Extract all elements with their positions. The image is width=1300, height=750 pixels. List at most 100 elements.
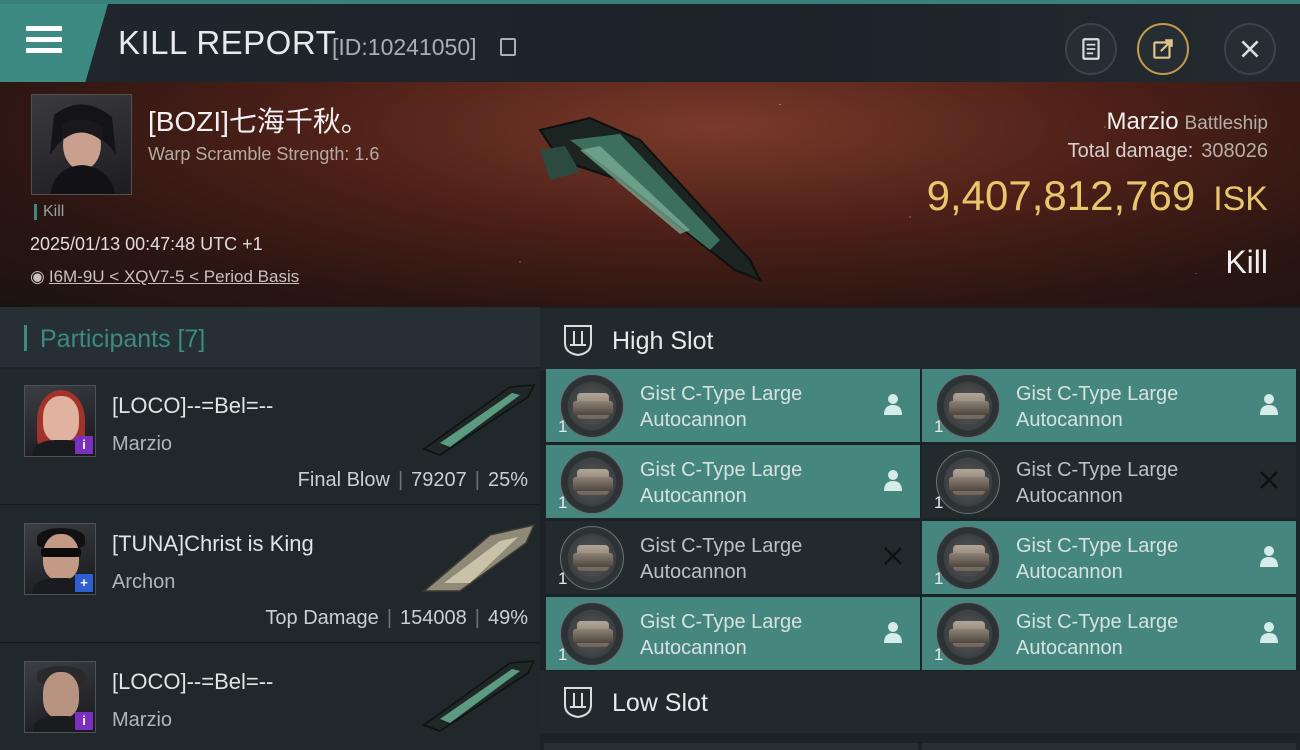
kill-datetime: 2025/01/13 00:47:48 UTC +1 [30,234,263,254]
warp-scramble-strength: Warp Scramble Strength: 1.6 [148,144,380,164]
high-slot-label: High Slot [612,327,714,355]
isk-unit: ISK [1213,180,1268,218]
module-quantity: 1 [558,493,568,512]
participant-ship-icon [421,523,536,592]
participant-row[interactable]: i [LOCO]--=Bel=-- Marzio [0,645,540,750]
location-pin-icon: ◉ [30,267,45,286]
participants-header: Participants [7] [0,307,540,367]
total-damage-label: Total damage: [1067,140,1194,162]
module-card[interactable]: 1 Gist C-Type Large Autocannon [546,445,920,518]
close-icon [1241,40,1259,58]
participant-name: [LOCO]--=Bel=-- [112,669,274,694]
participant-ship: Marzio [112,433,173,455]
pilot-icon[interactable] [1256,391,1282,417]
module-card[interactable]: 1 Gist C-Type Large Autocannon [546,369,920,442]
low-slot-icon [564,687,592,719]
info-badge-icon: i [75,712,93,730]
high-slot-header: High Slot [540,309,1300,371]
autocannon-icon [936,374,1000,438]
module-quantity: 1 [934,493,944,512]
victim-summary: [BOZI]七海千秋。 Warp Scramble Strength: 1.6 … [0,82,1300,307]
victim-ship-name: Marzio [1106,108,1179,135]
sunglasses [41,548,81,557]
participant-percent: 49% [487,607,528,629]
victim-ship: Marzio Battleship [1107,108,1268,136]
kill-tag: Kill [34,204,64,220]
share-icon [1153,39,1173,59]
fittings-panel: High Slot 1 Gist C-Type Large Autocannon 1… [540,307,1300,750]
participant-avatar[interactable]: i [24,385,96,457]
total-damage-value: 308026 [1201,140,1268,162]
module-name: Gist C-Type Large Autocannon [1016,459,1179,507]
module-name: Gist C-Type Large Autocannon [1016,611,1179,659]
module-card[interactable]: 1 Gist C-Type Large Autocannon [922,369,1296,442]
participant-name: [LOCO]--=Bel=-- [112,393,274,418]
victim-ship-class: Battleship [1184,113,1268,134]
module-quantity: 1 [934,569,944,588]
autocannon-icon [936,450,1000,514]
high-slot-icon [564,325,592,357]
participants-title: Participants [7] [40,325,206,353]
module-quantity: 1 [558,645,568,664]
total-damage: Total damage: 308026 [1068,140,1268,163]
participant-name: [TUNA]Christ is King [112,531,314,556]
menu-icon [26,26,62,56]
autocannon-icon [936,602,1000,666]
module-card[interactable]: 1 Gist C-Type Large Autocannon [546,521,920,594]
menu-button[interactable] [0,4,108,86]
module-name: Gist C-Type Large Autocannon [640,611,803,659]
share-button[interactable] [1137,23,1189,75]
location-path[interactable]: I6M-9U < XQV7-5 < Period Basis [49,267,299,286]
pilot-icon[interactable] [1256,619,1282,645]
module-card[interactable]: 1 Gist C-Type Large Autocannon [546,597,920,670]
participant-row[interactable]: + [TUNA]Christ is King Archon Top Damage… [0,507,540,643]
module-quantity: 1 [558,417,568,436]
participant-ship-icon [422,384,536,456]
module-name: Gist C-Type Large Autocannon [1016,383,1179,431]
destroyed-icon[interactable] [1256,467,1282,493]
participant-stats: Final Blow | 79207 | 25% [297,469,528,491]
participant-ship: Archon [112,571,176,593]
participant-role: Top Damage [265,607,379,629]
pilot-icon[interactable] [1256,543,1282,569]
autocannon-icon [560,450,624,514]
pilot-icon[interactable] [880,619,906,645]
pilot-icon[interactable] [880,467,906,493]
module-name: Gist C-Type Large Autocannon [1016,535,1179,583]
report-id: [ID:10241050] [332,34,477,60]
module-quantity: 1 [934,645,944,664]
victim-ship-image [538,116,763,282]
info-badge-icon: i [75,436,93,454]
participants-panel: Participants [7] i [LOCO]--=Bel=-- Marzi… [0,307,540,750]
participant-stats: Top Damage | 154008 | 49% [265,607,528,629]
copy-id-icon[interactable] [500,38,516,56]
participant-avatar[interactable]: + [24,523,96,595]
top-bar: KILL REPORT [ID:10241050] [0,0,1300,86]
participant-row[interactable]: i [LOCO]--=Bel=-- Marzio Final Blow | 7920… [0,369,540,505]
victim-name: [BOZI]七海千秋。 [148,106,369,137]
participant-role: Final Blow [297,469,390,491]
kill-location[interactable]: ◉ I6M-9U < XQV7-5 < Period Basis [30,267,299,287]
autocannon-icon [936,526,1000,590]
page-title: KILL REPORT [118,24,337,61]
victim-portrait[interactable] [31,94,132,195]
participant-damage: 79207 [411,469,467,491]
low-slot-header: Low Slot [540,671,1300,733]
participant-avatar[interactable]: i [24,661,96,733]
plus-badge-icon: + [75,574,93,592]
module-card[interactable]: 1 Gist C-Type Large Autocannon [922,521,1296,594]
module-card[interactable]: 1 Gist C-Type Large Autocannon [922,597,1296,670]
participant-ship: Marzio [112,709,173,731]
destroyed-icon[interactable] [880,543,906,569]
module-card[interactable]: 1 Gist C-Type Large Autocannon [922,445,1296,518]
participant-damage: 154008 [400,607,467,629]
autocannon-icon [560,526,624,590]
pilot-icon[interactable] [880,391,906,417]
module-name: Gist C-Type Large Autocannon [640,459,803,507]
clipboard-button[interactable] [1065,23,1117,75]
module-name: Gist C-Type Large Autocannon [640,383,803,431]
low-slot-module-partial[interactable] [544,743,918,750]
low-slot-module-partial[interactable] [922,743,1296,750]
clipboard-icon [1082,38,1100,60]
close-button[interactable] [1224,23,1276,75]
